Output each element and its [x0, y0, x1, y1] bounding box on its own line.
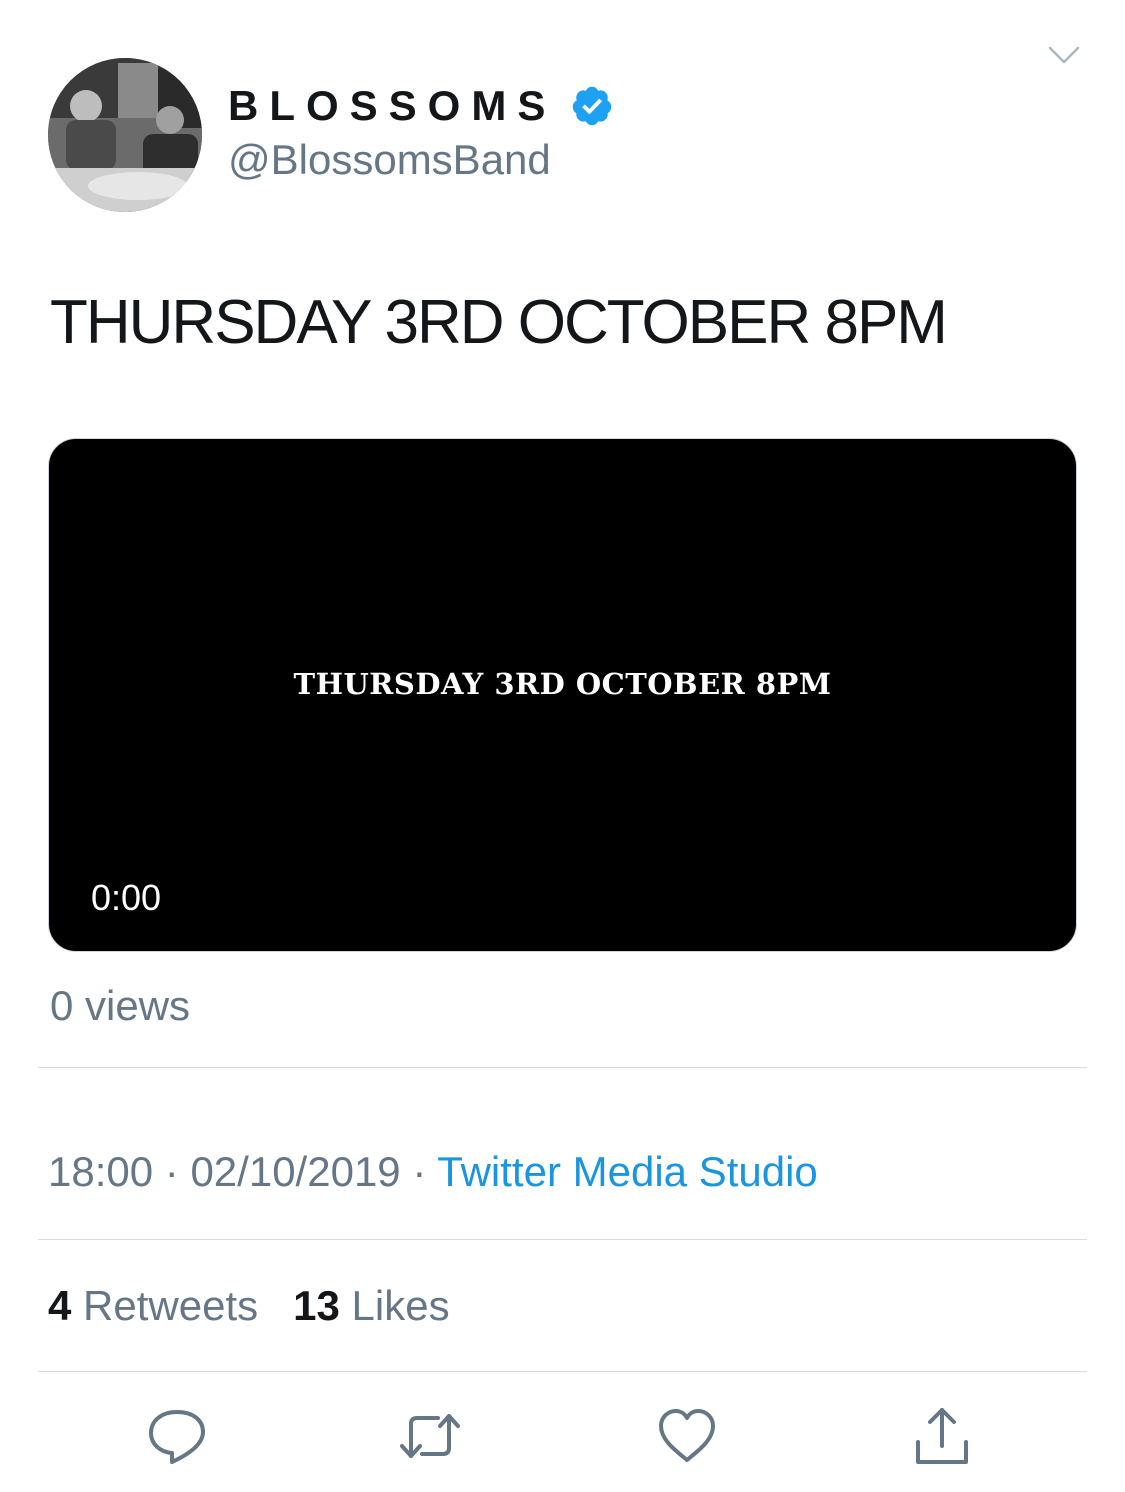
likes-label: Likes — [351, 1282, 450, 1329]
likes-count: 13 — [293, 1282, 340, 1329]
share-icon[interactable] — [910, 1406, 974, 1466]
tweet-text: THURSDAY 3RD OCTOBER 8PM — [50, 288, 948, 357]
tweet-time: 18:00 — [48, 1148, 154, 1195]
heart-icon[interactable] — [655, 1406, 719, 1466]
meta-separator: · — [412, 1148, 427, 1195]
likes-stat[interactable]: 13 Likes — [293, 1282, 449, 1329]
tweet-date: 02/10/2019 — [190, 1148, 401, 1195]
tweet-meta: 18:00 · 02/10/2019 · Twitter Media Studi… — [48, 1148, 818, 1196]
tweet-stats: 4 Retweets 13 Likes — [48, 1282, 450, 1330]
avatar[interactable] — [48, 58, 202, 212]
chevron-down-icon[interactable] — [1044, 40, 1084, 70]
video-caption: THURSDAY 3RD OCTOBER 8PM — [293, 667, 832, 701]
meta-separator: · — [164, 1148, 179, 1195]
view-count: 0 views — [50, 982, 191, 1029]
retweets-count: 4 — [48, 1282, 72, 1329]
tweet-source-link[interactable]: Twitter Media Studio — [437, 1148, 818, 1195]
retweet-icon[interactable] — [398, 1406, 462, 1466]
display-name[interactable]: BLOSSOMS — [228, 82, 556, 130]
divider — [38, 1239, 1087, 1240]
video-time: 0:00 — [91, 877, 162, 918]
reply-icon[interactable] — [145, 1406, 209, 1466]
divider — [38, 1067, 1087, 1068]
verified-badge-icon — [572, 86, 612, 126]
avatar-photo — [48, 58, 202, 212]
user-handle[interactable]: @BlossomsBand — [228, 136, 551, 184]
divider — [38, 1371, 1087, 1372]
retweets-stat[interactable]: 4 Retweets — [48, 1282, 258, 1329]
retweets-label: Retweets — [83, 1282, 259, 1329]
video-player[interactable]: THURSDAY 3RD OCTOBER 8PM 0:00 — [48, 438, 1077, 952]
